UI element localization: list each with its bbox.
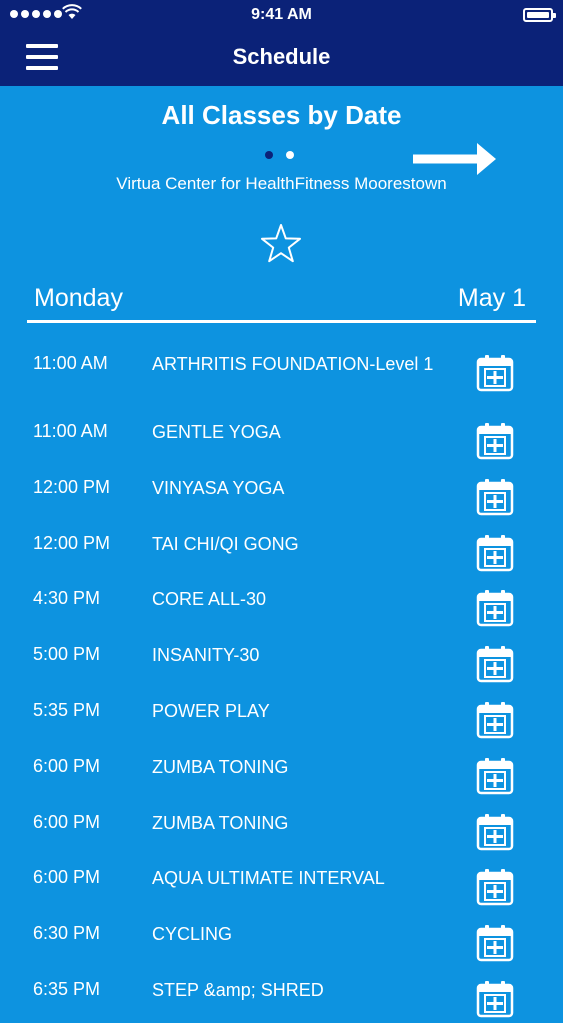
calendar-add-icon[interactable]	[476, 354, 514, 392]
class-name: TAI CHI/QI GONG	[152, 533, 299, 554]
class-time: 6:30 PM	[33, 923, 101, 944]
list-item[interactable]: 4:30 PM CORE ALL-30	[0, 576, 563, 632]
calendar-add-icon[interactable]	[476, 701, 514, 739]
calendar-add-icon[interactable]	[476, 813, 514, 851]
class-time: 6:00 PM	[33, 755, 101, 776]
list-item[interactable]: 6:00 PM ZUMBA TONING	[0, 800, 563, 856]
list-item[interactable]: 6:35 PM STEP &amp; SHRED	[0, 967, 563, 1023]
day-header: Monday May 1	[34, 284, 526, 314]
page-dot-inactive	[286, 151, 294, 159]
class-time: 6:00 PM	[33, 867, 101, 888]
list-item[interactable]: 12:00 PM VINYASA YOGA	[0, 465, 563, 521]
nav-bar: Schedule	[0, 30, 563, 86]
class-name: ARTHRITIS FOUNDATION-Level 1	[152, 354, 434, 374]
list-item[interactable]: 11:00 AM GENTLE YOGA	[0, 409, 563, 465]
class-name: GENTLE YOGA	[152, 422, 281, 442]
list-item[interactable]: 12:00 PM TAI CHI/QI GONG	[0, 521, 563, 577]
nav-title: Schedule	[232, 44, 331, 69]
page-dot-active	[265, 151, 273, 159]
calendar-add-icon[interactable]	[476, 478, 514, 516]
class-name: ZUMBA TONING	[152, 756, 289, 777]
list-item[interactable]: 6:00 PM AQUA ULTIMATE INTERVAL	[0, 855, 563, 911]
location-label: Virtua Center for HealthFitness Mooresto…	[116, 174, 447, 193]
class-name: VINYASA YOGA	[152, 477, 285, 498]
calendar-add-icon[interactable]	[476, 980, 514, 1018]
class-time: 6:00 PM	[33, 811, 101, 832]
arrow-right-icon[interactable]	[413, 142, 497, 176]
class-name: INSANITY-30	[152, 645, 260, 666]
page-indicator	[265, 151, 294, 159]
divider	[27, 320, 536, 323]
list-item[interactable]: 5:35 PM POWER PLAY	[0, 688, 563, 744]
day-name: Monday	[34, 284, 123, 312]
list-item[interactable]: 11:00 AM ARTHRITIS FOUNDATION-Level 1	[0, 341, 563, 409]
class-time: 12:00 PM	[33, 532, 111, 553]
list-item[interactable]: 6:00 PM ZUMBA TONING	[0, 744, 563, 800]
class-name: AQUA ULTIMATE INTERVAL	[152, 868, 385, 889]
list-item[interactable]: 5:00 PM INSANITY-30	[0, 632, 563, 688]
day-date: May 1	[457, 284, 526, 312]
class-time: 6:35 PM	[33, 978, 101, 999]
calendar-add-icon[interactable]	[476, 868, 514, 906]
schedule-list: 11:00 AM ARTHRITIS FOUNDATION-Level 1 11…	[0, 341, 563, 1023]
class-name: CORE ALL-30	[152, 589, 267, 610]
calendar-add-icon[interactable]	[476, 757, 514, 795]
class-time: 12:00 PM	[33, 476, 111, 497]
class-time: 4:30 PM	[33, 588, 101, 609]
status-time: 9:41 AM	[251, 6, 312, 23]
class-time: 5:35 PM	[33, 699, 101, 720]
status-bar: 9:41 AM	[0, 0, 563, 30]
star-outline-icon[interactable]	[259, 222, 303, 266]
calendar-add-icon[interactable]	[476, 589, 514, 627]
class-name: ZUMBA TONING	[152, 812, 289, 833]
calendar-add-icon[interactable]	[476, 924, 514, 962]
page-title: All Classes by Date	[161, 100, 402, 130]
battery-icon	[523, 8, 556, 22]
list-item[interactable]: 6:30 PM CYCLING	[0, 911, 563, 967]
class-time: 11:00 AM	[33, 353, 108, 373]
calendar-add-icon[interactable]	[476, 534, 514, 572]
class-name: CYCLING	[152, 924, 233, 945]
class-time: 5:00 PM	[33, 644, 101, 665]
class-name: STEP &amp; SHRED	[152, 979, 324, 1000]
calendar-add-icon[interactable]	[476, 422, 514, 460]
calendar-add-icon[interactable]	[476, 645, 514, 683]
class-name: POWER PLAY	[152, 700, 270, 721]
class-time: 11:00 AM	[33, 421, 108, 441]
